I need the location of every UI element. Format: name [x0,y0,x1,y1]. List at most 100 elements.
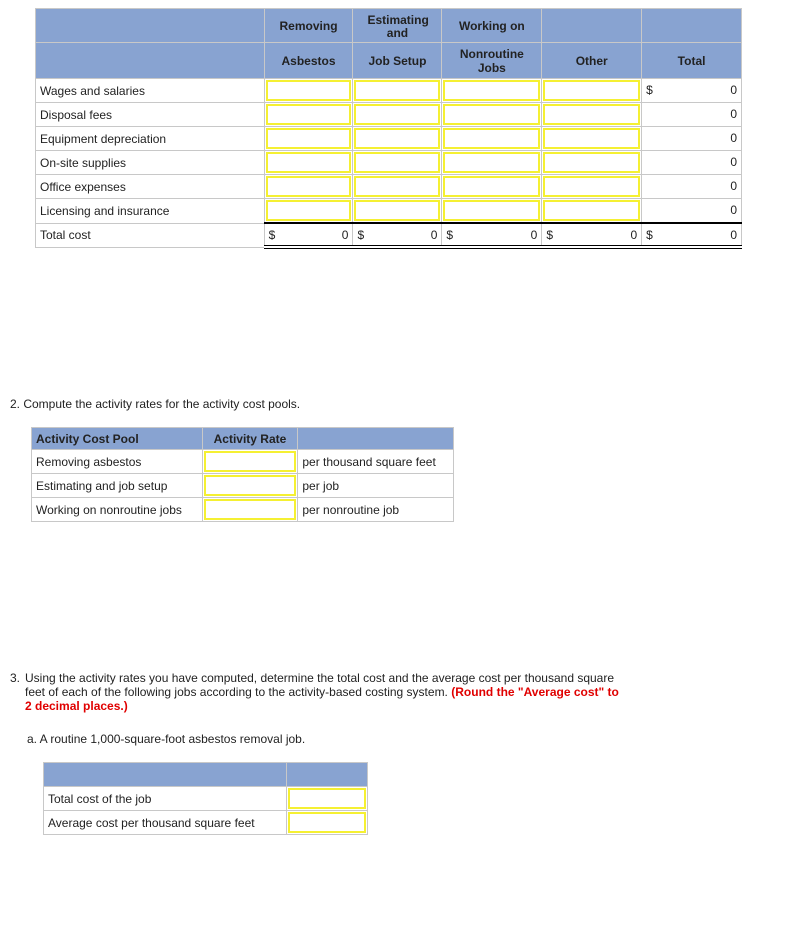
job-setup-cell [352,174,443,199]
header-blank-total [641,8,742,43]
job-cost-input[interactable] [288,812,366,833]
header-activity-cost-pool: Activity Cost Pool [31,427,203,450]
asbestos-input[interactable] [265,176,352,197]
row-total-value: 0 [730,83,737,97]
nonroutine-input[interactable] [443,152,541,173]
grand-total-value: 0 [730,228,737,242]
header-unit [297,427,454,450]
asbestos-cell [263,198,354,224]
cost-row-label: Office expenses [35,174,265,199]
job-cost-cell [286,810,368,835]
header-job-setup: Job Setup [352,42,443,79]
other-cell [541,150,643,175]
cost-row: Wages and salaries $0 [35,78,742,103]
other-cell [541,174,643,199]
job-setup-input[interactable] [354,104,441,125]
header-blank [35,8,265,43]
asbestos-input[interactable] [265,200,352,221]
asbestos-input[interactable] [265,104,352,125]
asbestos-cell [263,78,354,103]
activity-pool-label: Estimating and job setup [31,473,203,498]
job-cost-cell [286,786,368,811]
asbestos-input[interactable] [265,128,352,149]
cost-row: On-site supplies 0 [35,150,742,175]
other-input[interactable] [543,104,641,125]
job-setup-cell [352,126,443,151]
nonroutine-input[interactable] [443,176,541,197]
question-3-number: 3. [10,671,21,685]
job-setup-input[interactable] [354,176,441,197]
row-total-cell: 0 [641,174,742,199]
job-cost-label: Total cost of the job [42,786,288,811]
total-cost-label: Total cost [35,222,265,248]
asbestos-cell [263,126,354,151]
activity-rate-input[interactable] [203,499,297,520]
activity-rate-row: Estimating and job setup per job [31,473,454,498]
row-total-value: 0 [730,107,737,121]
row-total-cell: 0 [641,102,742,127]
total-other: $0 [541,222,643,249]
cost-row-label: Disposal fees [35,102,265,127]
other-cell [541,102,643,127]
job-cost-table: Total cost of the job Average cost per t… [42,762,368,835]
activity-pool-label: Removing asbestos [31,449,203,474]
nonroutine-cell [441,78,543,103]
header-working-on: Working on [441,8,543,43]
row-total-value: 0 [730,131,737,145]
header-nonroutine-jobs: Nonroutine Jobs [441,42,543,79]
asbestos-cell [263,150,354,175]
activity-pool-label: Working on nonroutine jobs [31,497,203,522]
job-cost-row: Average cost per thousand square feet [42,810,368,835]
header-estimating-and: Estimating and [352,8,443,43]
nonroutine-cell [441,174,543,199]
cost-row: Equipment depreciation 0 [35,126,742,151]
header-removing: Removing [263,8,354,43]
other-input[interactable] [543,176,641,197]
nonroutine-input[interactable] [443,80,541,101]
other-input[interactable] [543,80,641,101]
nonroutine-cell [441,198,543,224]
currency-symbol: $ [446,228,454,242]
cost-row: Licensing and insurance 0 [35,198,742,224]
asbestos-input[interactable] [265,80,352,101]
other-input[interactable] [543,200,641,221]
job-setup-input[interactable] [354,80,441,101]
total-asbestos-value: 0 [341,228,349,242]
asbestos-input[interactable] [265,152,352,173]
header-blank-3a [42,762,288,787]
job-setup-cell [352,78,443,103]
activity-rate-cell [201,449,299,474]
activity-rate-input[interactable] [203,451,297,472]
job-setup-cell [352,102,443,127]
job-setup-input[interactable] [354,152,441,173]
sub-question-a: a. A routine 1,000-square-foot asbestos … [27,732,306,746]
asbestos-cell [263,174,354,199]
header-blank-2 [35,42,265,79]
nonroutine-input[interactable] [443,128,541,149]
activity-unit-label: per nonroutine job [297,497,454,522]
total-asbestos: $0 [263,222,354,249]
header-estimating-text: Estimating and [367,12,429,40]
job-cost-input[interactable] [288,788,366,809]
other-input[interactable] [543,128,641,149]
cost-row: Disposal fees 0 [35,102,742,127]
row-total-cell: 0 [641,198,742,224]
currency-symbol: $ [646,83,653,97]
total-total: $0 [641,222,742,249]
currency-symbol: $ [646,228,653,242]
other-input[interactable] [543,152,641,173]
total-other-value: 0 [630,228,638,242]
job-setup-input[interactable] [354,128,441,149]
job-setup-input[interactable] [354,200,441,221]
nonroutine-input[interactable] [443,200,541,221]
activity-rate-input[interactable] [203,475,297,496]
row-total-cell: 0 [641,150,742,175]
activity-unit-label: per job [297,473,454,498]
total-job-setup-value: 0 [430,228,438,242]
cost-row-label: Licensing and insurance [35,198,265,224]
header-activity-rate: Activity Rate [201,427,299,450]
nonroutine-input[interactable] [443,104,541,125]
currency-symbol: $ [268,228,276,242]
activity-rate-table: Activity Cost Pool Activity Rate Removin… [31,427,454,522]
job-cost-label: Average cost per thousand square feet [42,810,288,835]
